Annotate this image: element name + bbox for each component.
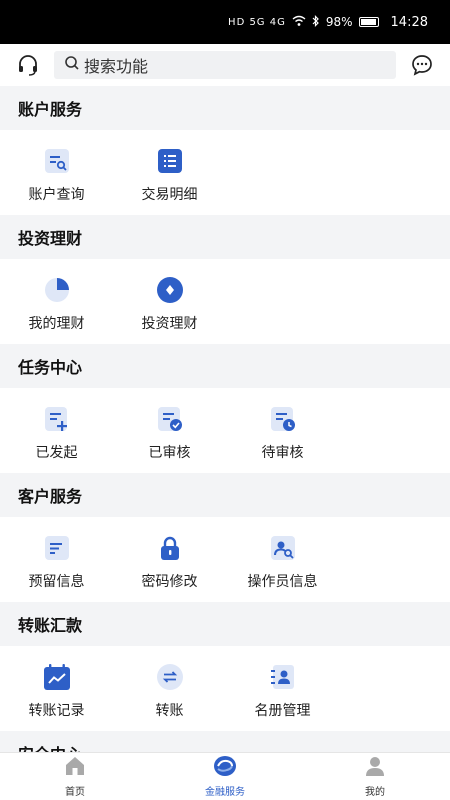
pie-chart-icon xyxy=(42,275,72,305)
nav-finance[interactable]: 金融服务 xyxy=(150,753,300,800)
transaction-detail-button[interactable]: 交易明细 xyxy=(113,146,226,204)
transaction-list-icon xyxy=(155,146,185,176)
transfer-button[interactable]: 转账 xyxy=(113,662,226,720)
section-tasks: 已发起 已审核 待审核 xyxy=(0,388,450,473)
item-label: 我的理财 xyxy=(28,316,85,332)
service-content: 账户服务 账户查询 交易明细 投资理财 我的理财 投资理财 任务中心 已发起 已… xyxy=(0,86,450,752)
top-header: 搜索功能 xyxy=(0,44,450,86)
coin-icon xyxy=(155,275,185,305)
section-title-tasks: 任务中心 xyxy=(0,344,450,388)
battery-icon xyxy=(358,17,379,27)
item-label: 已审核 xyxy=(148,445,191,461)
item-label: 转账记录 xyxy=(28,703,85,719)
section-customer: 预留信息 密码修改 操作员信息 xyxy=(0,517,450,602)
section-title-security: 安全中心 xyxy=(0,731,450,752)
section-title-investment: 投资理财 xyxy=(0,215,450,259)
item-label: 投资理财 xyxy=(141,316,198,332)
nav-label: 我的 xyxy=(365,787,385,798)
search-placeholder: 搜索功能 xyxy=(84,57,149,76)
item-label: 转账 xyxy=(155,703,184,719)
search-icon xyxy=(64,55,80,75)
pending-review-button[interactable]: 待审核 xyxy=(226,404,339,462)
item-label: 交易明细 xyxy=(141,187,198,203)
roster-management-button[interactable]: 名册管理 xyxy=(226,662,339,720)
section-title-customer: 客户服务 xyxy=(0,473,450,517)
doc-plus-icon xyxy=(42,404,72,434)
my-wealth-button[interactable]: 我的理财 xyxy=(0,275,113,333)
person-icon xyxy=(364,755,386,781)
status-time: 14:28 xyxy=(390,14,428,30)
status-bar: HD 5G 4G 98% 14:28 xyxy=(0,0,450,44)
section-title-account: 账户服务 xyxy=(0,86,450,130)
signal-indicators: HD 5G 4G xyxy=(228,16,286,28)
transfer-record-button[interactable]: 转账记录 xyxy=(0,662,113,720)
battery-percent: 98% xyxy=(325,15,353,29)
operator-info-button[interactable]: 操作员信息 xyxy=(226,533,339,591)
home-icon xyxy=(64,755,86,781)
section-account: 账户查询 交易明细 xyxy=(0,130,450,215)
nav-label: 金融服务 xyxy=(205,787,245,798)
reviewed-button[interactable]: 已审核 xyxy=(113,404,226,462)
doc-clock-icon xyxy=(268,404,298,434)
item-label: 操作员信息 xyxy=(247,574,318,590)
nav-mine[interactable]: 我的 xyxy=(300,753,450,800)
item-label: 名册管理 xyxy=(254,703,311,719)
headset-icon[interactable] xyxy=(14,51,42,79)
section-title-transfer: 转账汇款 xyxy=(0,602,450,646)
item-label: 待审核 xyxy=(261,445,304,461)
operator-search-icon xyxy=(268,533,298,563)
section-investment: 我的理财 投资理财 xyxy=(0,259,450,344)
chat-bubble-icon[interactable] xyxy=(408,51,436,79)
lock-icon xyxy=(155,533,185,563)
contacts-book-icon xyxy=(268,662,298,692)
bottom-nav: 首页 金融服务 我的 xyxy=(0,752,450,800)
account-query-button[interactable]: 账户查询 xyxy=(0,146,113,204)
doc-lines-icon xyxy=(42,533,72,563)
item-label: 密码修改 xyxy=(141,574,198,590)
item-label: 预留信息 xyxy=(28,574,85,590)
reserved-info-button[interactable]: 预留信息 xyxy=(0,533,113,591)
nav-home[interactable]: 首页 xyxy=(0,753,150,800)
nav-label: 首页 xyxy=(65,787,85,798)
initiated-button[interactable]: 已发起 xyxy=(0,404,113,462)
wifi-icon xyxy=(292,15,306,30)
calendar-chart-icon xyxy=(42,662,72,692)
item-label: 已发起 xyxy=(35,445,78,461)
account-search-icon xyxy=(42,146,72,176)
item-label: 账户查询 xyxy=(28,187,85,203)
password-change-button[interactable]: 密码修改 xyxy=(113,533,226,591)
doc-check-icon xyxy=(155,404,185,434)
transfer-icon xyxy=(155,662,185,692)
investment-button[interactable]: 投资理财 xyxy=(113,275,226,333)
bluetooth-icon xyxy=(312,14,320,30)
search-bar[interactable]: 搜索功能 xyxy=(54,51,396,79)
finance-logo-icon xyxy=(212,755,238,781)
section-transfer: 转账记录 转账 名册管理 xyxy=(0,646,450,731)
